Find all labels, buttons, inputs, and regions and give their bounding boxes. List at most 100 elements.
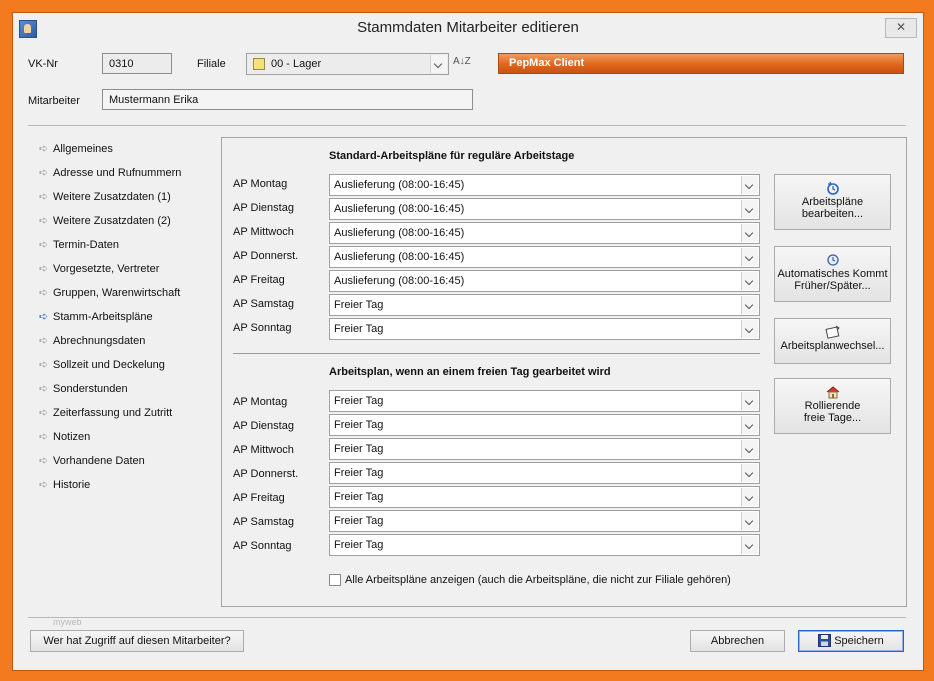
- calendar-swap-icon: [824, 325, 841, 339]
- arrow-right-icon: ➪: [39, 335, 49, 347]
- chevron-down-icon[interactable]: [741, 248, 758, 266]
- chevron-down-icon[interactable]: [741, 272, 758, 290]
- sidebar-item-zusatzdaten-2[interactable]: ➪ Weitere Zusatzdaten (2): [39, 212, 171, 230]
- filiale-select[interactable]: 00 - Lager: [246, 53, 449, 75]
- sidebar-item-gruppen[interactable]: ➪ Gruppen, Warenwirtschaft: [39, 284, 180, 302]
- std-select-dienstag[interactable]: Auslieferung (08:00-16:45): [329, 198, 760, 220]
- chevron-down-icon[interactable]: [741, 392, 758, 410]
- sidebar-item-zeiterfassung[interactable]: ➪ Zeiterfassung und Zutritt: [39, 404, 172, 422]
- std-label-donnerstag: AP Donnerst.: [233, 250, 299, 262]
- arrow-right-icon: ➪: [39, 215, 49, 227]
- sidebar-item-zusatzdaten-1[interactable]: ➪ Weitere Zusatzdaten (1): [39, 188, 171, 206]
- arrow-right-icon: ➪: [39, 431, 49, 443]
- free-select-montag[interactable]: Freier Tag: [329, 390, 760, 412]
- chevron-down-icon[interactable]: [741, 488, 758, 506]
- arrow-right-icon: ➪: [39, 287, 49, 299]
- std-label-mittwoch: AP Mittwoch: [233, 226, 294, 238]
- app-banner: PepMax Client: [498, 53, 904, 74]
- arrow-right-icon: ➪: [39, 359, 49, 371]
- sort-az-icon[interactable]: A↓Z: [453, 56, 471, 67]
- arrow-right-icon: ➪: [39, 455, 49, 467]
- std-select-freitag[interactable]: Auslieferung (08:00-16:45): [329, 270, 760, 292]
- edit-plans-button[interactable]: Arbeitspläne bearbeiten...: [774, 174, 891, 230]
- mitarbeiter-field[interactable]: Mustermann Erika: [102, 89, 473, 110]
- std-label-freitag: AP Freitag: [233, 274, 285, 286]
- free-select-samstag[interactable]: Freier Tag: [329, 510, 760, 532]
- header-divider: [28, 125, 906, 126]
- refresh-clock-icon: [825, 181, 841, 195]
- chevron-down-icon[interactable]: [741, 296, 758, 314]
- sidebar-item-historie[interactable]: ➪ Historie: [39, 476, 90, 494]
- sidebar-item-abrechnungsdaten[interactable]: ➪ Abrechnungsdaten: [39, 332, 145, 350]
- sidebar-item-sonderstunden[interactable]: ➪ Sonderstunden: [39, 380, 128, 398]
- filiale-color-swatch: [253, 58, 265, 70]
- std-select-montag[interactable]: Auslieferung (08:00-16:45): [329, 174, 760, 196]
- free-label-mittwoch: AP Mittwoch: [233, 444, 294, 456]
- sidebar-item-sollzeit[interactable]: ➪ Sollzeit und Deckelung: [39, 356, 165, 374]
- vk-nr-field[interactable]: 0310: [102, 53, 172, 74]
- cancel-button[interactable]: Abbrechen: [690, 630, 785, 652]
- free-select-freitag[interactable]: Freier Tag: [329, 486, 760, 508]
- arrow-right-icon: ➪: [39, 479, 49, 491]
- chevron-down-icon[interactable]: [741, 200, 758, 218]
- vk-nr-label: VK-Nr: [28, 58, 58, 70]
- arrow-right-icon: ➪: [39, 167, 49, 179]
- free-select-sonntag[interactable]: Freier Tag: [329, 534, 760, 556]
- footer-divider: [28, 617, 906, 618]
- std-select-sonntag[interactable]: Freier Tag: [329, 318, 760, 340]
- std-label-dienstag: AP Dienstag: [233, 202, 294, 214]
- filiale-value: 00 - Lager: [271, 58, 322, 70]
- show-all-checkbox[interactable]: [329, 574, 341, 586]
- title-bar: Stammdaten Mitarbeiter editieren ✕: [13, 13, 923, 45]
- std-label-montag: AP Montag: [233, 178, 288, 190]
- arrow-right-icon: ➪: [39, 143, 49, 155]
- plan-change-button[interactable]: Arbeitsplanwechsel...: [774, 318, 891, 364]
- auto-kommt-button[interactable]: Automatisches Kommt Früher/Später...: [774, 246, 891, 302]
- chevron-down-icon[interactable]: [741, 176, 758, 194]
- save-button[interactable]: Speichern: [798, 630, 904, 652]
- mitarbeiter-label: Mitarbeiter: [28, 95, 80, 107]
- free-label-freitag: AP Freitag: [233, 492, 285, 504]
- arrow-right-active-icon: ➪: [39, 311, 49, 323]
- chevron-down-icon[interactable]: [741, 464, 758, 482]
- arrow-right-icon: ➪: [39, 239, 49, 251]
- editor-window: Stammdaten Mitarbeiter editieren ✕ VK-Nr…: [12, 12, 924, 671]
- free-select-dienstag[interactable]: Freier Tag: [329, 414, 760, 436]
- chevron-down-icon[interactable]: [741, 440, 758, 458]
- chevron-down-icon[interactable]: [741, 536, 758, 554]
- show-all-label: Alle Arbeitspläne anzeigen (auch die Arb…: [345, 574, 731, 586]
- house-icon: [825, 385, 841, 399]
- free-select-mittwoch[interactable]: Freier Tag: [329, 438, 760, 460]
- section-divider: [233, 353, 760, 354]
- freeday-section-title: Arbeitsplan, wenn an einem freien Tag ge…: [329, 366, 611, 378]
- chevron-down-icon[interactable]: [430, 55, 447, 73]
- arrow-right-icon: ➪: [39, 407, 49, 419]
- chevron-down-icon[interactable]: [741, 320, 758, 338]
- rolling-days-button[interactable]: Rollierende freie Tage...: [774, 378, 891, 434]
- sidebar-item-vorhandene-daten[interactable]: ➪ Vorhandene Daten: [39, 452, 145, 470]
- sidebar-item-termin-daten[interactable]: ➪ Termin-Daten: [39, 236, 119, 254]
- std-select-donnerstag[interactable]: Auslieferung (08:00-16:45): [329, 246, 760, 268]
- free-label-montag: AP Montag: [233, 396, 288, 408]
- free-label-dienstag: AP Dienstag: [233, 420, 294, 432]
- arrow-right-icon: ➪: [39, 383, 49, 395]
- free-select-donnerstag[interactable]: Freier Tag: [329, 462, 760, 484]
- sidebar-item-adresse[interactable]: ➪ Adresse und Rufnummern: [39, 164, 181, 182]
- chevron-down-icon[interactable]: [741, 512, 758, 530]
- chevron-down-icon[interactable]: [741, 224, 758, 242]
- sidebar-item-stamm-arbeitsplaene[interactable]: ➪ Stamm-Arbeitspläne: [39, 308, 153, 326]
- sidebar-item-allgemeines[interactable]: ➪ Allgemeines: [39, 140, 113, 158]
- close-button[interactable]: ✕: [885, 18, 917, 38]
- watermark-text: myweb: [53, 617, 82, 627]
- arrow-right-icon: ➪: [39, 191, 49, 203]
- floppy-disk-icon: [818, 634, 832, 654]
- std-select-samstag[interactable]: Freier Tag: [329, 294, 760, 316]
- chevron-down-icon[interactable]: [741, 416, 758, 434]
- sidebar-item-notizen[interactable]: ➪ Notizen: [39, 428, 90, 446]
- filiale-label: Filiale: [197, 58, 226, 70]
- sidebar-item-vorgesetzte[interactable]: ➪ Vorgesetzte, Vertreter: [39, 260, 159, 278]
- arrow-right-icon: ➪: [39, 263, 49, 275]
- free-label-samstag: AP Samstag: [233, 516, 294, 528]
- std-select-mittwoch[interactable]: Auslieferung (08:00-16:45): [329, 222, 760, 244]
- access-info-button[interactable]: Wer hat Zugriff auf diesen Mitarbeiter?: [30, 630, 244, 652]
